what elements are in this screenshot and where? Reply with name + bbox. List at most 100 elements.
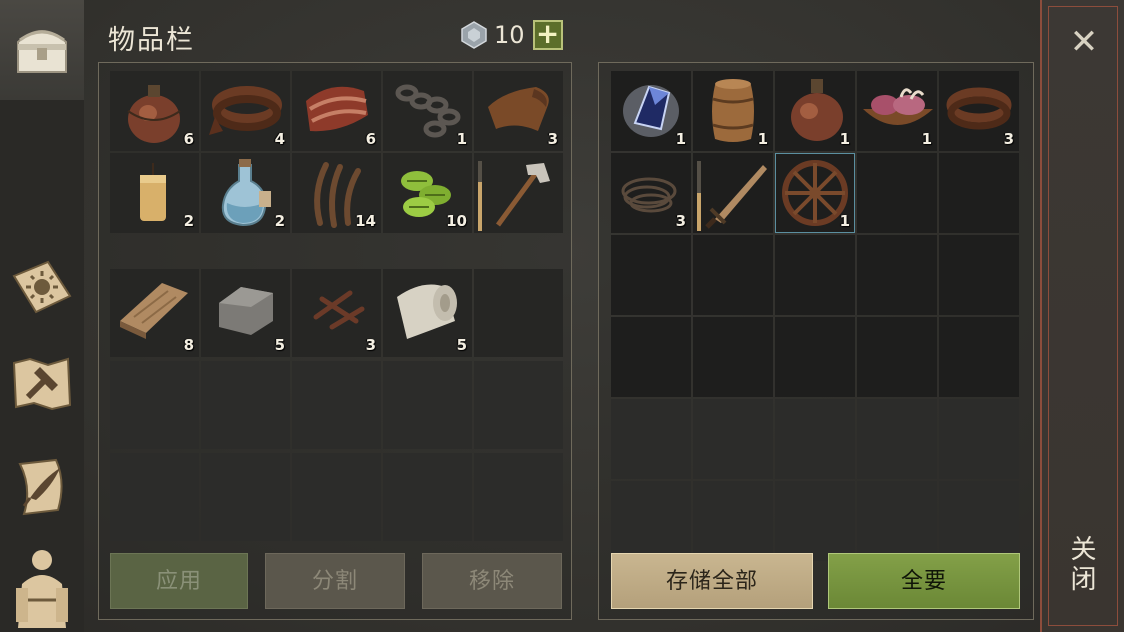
inventory-slot[interactable]: 4 xyxy=(201,71,290,151)
crystal-icon xyxy=(623,85,679,137)
storage-slot-empty[interactable] xyxy=(693,235,773,315)
item-quantity: 5 xyxy=(456,336,467,354)
inventory-slot-empty[interactable] xyxy=(383,453,472,541)
storage-slot-empty[interactable] xyxy=(857,481,937,561)
rope-icon xyxy=(621,177,677,213)
inventory-slot[interactable]: 2 xyxy=(201,153,290,233)
hammer-map-icon xyxy=(12,357,72,411)
inventory-slot-empty[interactable] xyxy=(383,361,472,449)
inventory-slot-empty[interactable] xyxy=(201,453,290,541)
character-tab[interactable] xyxy=(0,540,84,632)
inventory-slot-empty[interactable] xyxy=(474,453,563,541)
storage-slot-empty[interactable] xyxy=(857,153,937,233)
inventory-slot-empty[interactable] xyxy=(292,453,381,541)
inventory-slot[interactable]: 14 xyxy=(292,153,381,233)
storage-slot[interactable] xyxy=(693,153,773,233)
storage-slot-empty[interactable] xyxy=(939,399,1019,479)
remove-button[interactable]: 移除 xyxy=(422,553,562,609)
side-tab-strip xyxy=(0,0,84,632)
storage-slot-empty[interactable] xyxy=(611,317,691,397)
inventory-slot[interactable]: 3 xyxy=(474,71,563,151)
storage-slot-empty[interactable] xyxy=(611,399,691,479)
inventory-slot-empty[interactable] xyxy=(474,361,563,449)
inventory-slot[interactable]: 2 xyxy=(110,153,199,233)
storage-slot[interactable]: 1 xyxy=(775,71,855,151)
storage-slot-empty[interactable] xyxy=(939,235,1019,315)
sun-journal-tab[interactable] xyxy=(0,250,84,330)
item-quantity: 2 xyxy=(274,212,285,230)
leather-icon xyxy=(946,87,1012,130)
close-panel[interactable]: ✕ 关闭 xyxy=(1040,0,1124,632)
apply-button[interactable]: 应用 xyxy=(110,553,248,609)
storage-grid: 1 1 1 1 3 3 1 xyxy=(611,71,1019,561)
item-quantity: 1 xyxy=(456,130,467,148)
item-quantity: 3 xyxy=(675,212,686,230)
item-quantity: 3 xyxy=(547,130,558,148)
storage-slot[interactable]: 1 xyxy=(857,71,937,151)
sword-icon xyxy=(705,165,767,229)
storage-slot-selected[interactable]: 1 xyxy=(775,153,855,233)
inventory-slot[interactable] xyxy=(474,153,563,233)
inventory-slot-empty[interactable] xyxy=(110,453,199,541)
currency-count: 10 xyxy=(494,21,525,49)
item-quantity: 1 xyxy=(675,130,686,148)
game-screen: 物品栏 10 + 6 4 6 1 3 2 2 14 10 8 5 3 5 应用 … xyxy=(0,0,1124,632)
storage-slot-empty[interactable] xyxy=(775,481,855,561)
storage-slot-empty[interactable] xyxy=(857,317,937,397)
close-icon[interactable]: ✕ xyxy=(1062,20,1106,64)
store-all-button[interactable]: 存储全部 xyxy=(611,553,813,609)
durability-bar xyxy=(697,161,701,231)
storage-slot-empty[interactable] xyxy=(857,235,937,315)
storage-slot-empty[interactable] xyxy=(693,481,773,561)
inventory-slot-empty[interactable] xyxy=(474,269,563,357)
storage-slot-empty[interactable] xyxy=(693,399,773,479)
storage-slot-empty[interactable] xyxy=(775,235,855,315)
storage-slot-empty[interactable] xyxy=(857,399,937,479)
chest-tab[interactable] xyxy=(0,0,84,100)
item-quantity: 8 xyxy=(183,336,194,354)
storage-slot-empty[interactable] xyxy=(693,317,773,397)
storage-slot-empty[interactable] xyxy=(611,481,691,561)
durability-bar xyxy=(478,161,482,231)
inventory-slot[interactable]: 6 xyxy=(110,71,199,151)
chest-icon xyxy=(17,30,67,73)
storage-slot-empty[interactable] xyxy=(939,317,1019,397)
storage-slot-empty[interactable] xyxy=(611,235,691,315)
build-tab[interactable] xyxy=(0,345,84,425)
flask-icon xyxy=(791,79,843,141)
close-label[interactable]: 关闭 xyxy=(1066,535,1100,595)
inventory-slot[interactable]: 1 xyxy=(383,71,472,151)
hammer-icon xyxy=(495,163,550,227)
scroll-quill-icon xyxy=(18,458,63,516)
inventory-slot[interactable]: 5 xyxy=(201,269,290,357)
add-currency-button[interactable]: + xyxy=(532,20,563,50)
inventory-slot[interactable]: 5 xyxy=(383,269,472,357)
inventory-slot[interactable]: 6 xyxy=(292,71,381,151)
item-quantity: 14 xyxy=(355,212,376,230)
storage-slot[interactable]: 3 xyxy=(611,153,691,233)
split-button[interactable]: 分割 xyxy=(265,553,405,609)
storage-slot-empty[interactable] xyxy=(775,317,855,397)
take-all-button[interactable]: 全要 xyxy=(828,553,1020,609)
storage-slot[interactable]: 1 xyxy=(611,71,691,151)
item-quantity: 6 xyxy=(365,130,376,148)
storage-slot[interactable]: 3 xyxy=(939,71,1019,151)
inventory-slot[interactable]: 3 xyxy=(292,269,381,357)
item-quantity: 3 xyxy=(365,336,376,354)
inventory-slot[interactable]: 10 xyxy=(383,153,472,233)
close-panel-frame xyxy=(1048,6,1118,626)
inventory-slot-empty[interactable] xyxy=(201,361,290,449)
item-quantity: 10 xyxy=(446,212,467,230)
storage-slot-empty[interactable] xyxy=(939,481,1019,561)
storage-slot[interactable]: 1 xyxy=(693,71,773,151)
meat-bowl-icon xyxy=(863,88,933,125)
storage-slot-empty[interactable] xyxy=(775,399,855,479)
durability-fill xyxy=(697,192,701,231)
inventory-slot[interactable]: 8 xyxy=(110,269,199,357)
barrel-icon xyxy=(712,79,754,142)
inventory-slot-empty[interactable] xyxy=(110,361,199,449)
item-quantity: 6 xyxy=(183,130,194,148)
storage-slot-empty[interactable] xyxy=(939,153,1019,233)
quest-tab[interactable] xyxy=(0,448,84,528)
inventory-slot-empty[interactable] xyxy=(292,361,381,449)
